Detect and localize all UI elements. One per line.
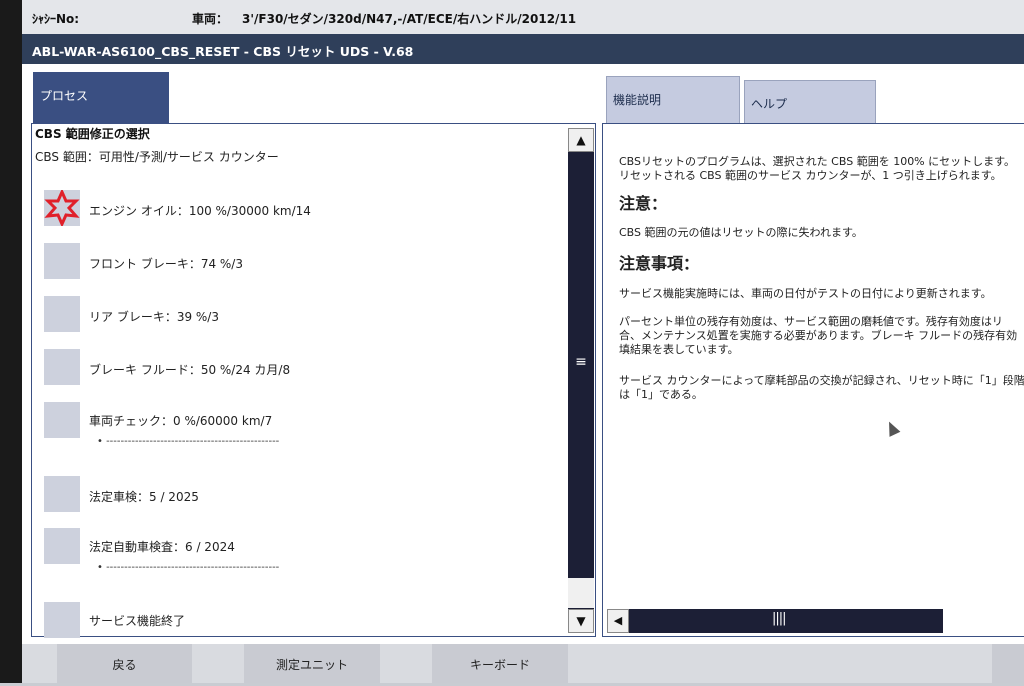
list-item-label: フロント ブレーキ：74 %/3 (89, 257, 243, 271)
scroll-grip-icon[interactable]: |||| (772, 611, 786, 626)
list-item-label: リア ブレーキ：39 %/3 (89, 310, 219, 324)
panel-subtitle: CBS 範囲：可用性/予測/サービス カウンター (35, 150, 279, 164)
horizontal-scrollbar[interactable]: ◀ |||| (607, 609, 943, 633)
list-item-label: 車両チェック：0 %/60000 km/7 (89, 414, 273, 428)
bottom-button-bar: 戻る 測定ユニット キーボード (22, 644, 1024, 683)
selected-star-icon (44, 188, 80, 228)
selection-box[interactable] (44, 349, 80, 385)
window-title-bar: ABL-WAR-AS6100_CBS_RESET - CBS リセット UDS … (22, 34, 1024, 64)
scroll-up-arrow-icon[interactable]: ▲ (568, 128, 594, 152)
screen-bezel (0, 0, 22, 683)
right-edge-button[interactable] (992, 644, 1024, 683)
tab-function-description[interactable]: 機能説明 (606, 76, 740, 123)
paragraph-line: リセットされる CBS 範囲のサービス カウンターが、1 つ引き上げられます。 (619, 169, 1002, 182)
vehicle-label: 車両： (192, 12, 229, 26)
cbs-selection-panel: CBS 範囲修正の選択 CBS 範囲：可用性/予測/サービス カウンター エンジ… (31, 123, 596, 638)
selection-box[interactable] (44, 476, 80, 512)
notes-text: サービス機能実施時には、車両の日付がテストの日付により更新されます。 (619, 287, 992, 300)
dash-line: • --------------------------------------… (97, 436, 280, 447)
list-item-front-brake[interactable]: フロント ブレーキ：74 %/3 (32, 243, 562, 283)
tab-help-label: ヘルプ (751, 97, 788, 111)
selection-box[interactable] (44, 402, 80, 438)
measurement-unit-button[interactable]: 測定ユニット (244, 644, 380, 683)
scroll-track-end (568, 578, 594, 608)
back-button[interactable]: 戻る (57, 644, 192, 683)
list-item-engine-oil[interactable]: エンジン オイル：100 %/30000 km/14 (32, 188, 562, 230)
list-item-rear-brake[interactable]: リア ブレーキ：39 %/3 (32, 296, 562, 336)
list-item-inspection[interactable]: 法定車検：5 / 2025 (32, 476, 562, 516)
notes-heading: 注意事項： (619, 254, 700, 273)
paragraph-line: 填結果を表しています。 (619, 343, 739, 356)
tab-help[interactable]: ヘルプ (744, 80, 876, 123)
paragraph-line: は「1」である。 (619, 388, 703, 401)
list-item-brake-fluid[interactable]: ブレーキ フルード：50 %/24 カ月/8 (32, 349, 562, 389)
panel-title: CBS 範囲修正の選択 (35, 127, 150, 141)
keyboard-button[interactable]: キーボード (432, 644, 568, 683)
selection-box[interactable] (44, 188, 80, 228)
list-item-vehicle-check[interactable]: 車両チェック：0 %/60000 km/7 • ----------------… (32, 402, 562, 447)
caution-text: CBS 範囲の元の値はリセットの際に失われます。 (619, 226, 863, 239)
tab-function-description-label: 機能説明 (613, 93, 662, 107)
list-item-vehicle-inspection[interactable]: 法定自動車検査：6 / 2024 • ---------------------… (32, 528, 562, 573)
chassis-label: ｼｬｼｰNo: (32, 12, 80, 26)
scroll-left-arrow-icon[interactable]: ◀ (607, 609, 629, 633)
list-item-end-service[interactable]: サービス機能終了 (32, 602, 562, 642)
dash-line: • --------------------------------------… (97, 562, 280, 573)
selection-box[interactable] (44, 243, 80, 279)
vehicle-info-bar: ｼｬｼｰNo: 車両： 3'/F30/セダン/320d/N47,-/AT/ECE… (22, 0, 1024, 35)
vehicle-value: 3'/F30/セダン/320d/N47,-/AT/ECE/右ハンドル/2012/… (242, 12, 577, 26)
selection-box[interactable] (44, 296, 80, 332)
list-item-label: 法定車検：5 / 2025 (89, 490, 199, 504)
list-item-label: 法定自動車検査：6 / 2024 (89, 540, 235, 554)
tab-process[interactable]: プロセス (33, 72, 169, 123)
vertical-scrollbar[interactable]: ▲ ≡ ▼ (568, 128, 594, 633)
tab-process-label: プロセス (40, 89, 89, 103)
scroll-down-arrow-icon[interactable]: ▼ (568, 609, 594, 633)
description-panel: CBSリセットのプログラムは、選択された CBS 範囲を 100% にセットしま… (602, 123, 1024, 637)
selection-box[interactable] (44, 528, 80, 564)
list-item-label: サービス機能終了 (89, 614, 186, 628)
list-item-label: エンジン オイル：100 %/30000 km/14 (89, 204, 311, 218)
scroll-grip-icon[interactable]: ≡ (568, 354, 594, 370)
selection-box[interactable] (44, 602, 80, 638)
caution-heading: 注意： (619, 194, 668, 213)
window-title: ABL-WAR-AS6100_CBS_RESET - CBS リセット UDS … (32, 44, 414, 59)
list-item-label: ブレーキ フルード：50 %/24 カ月/8 (89, 363, 291, 377)
